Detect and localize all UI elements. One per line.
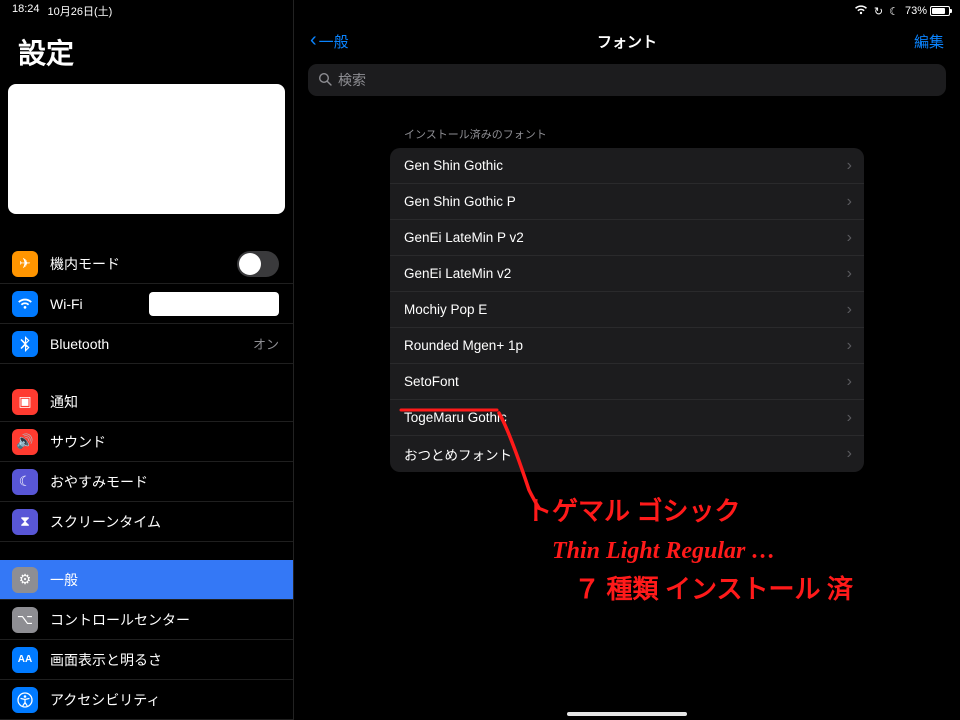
font-row[interactable]: Mochiy Pop E› xyxy=(390,292,864,328)
font-row[interactable]: GenEi LateMin P v2› xyxy=(390,220,864,256)
chevron-left-icon: ‹ xyxy=(310,30,317,50)
font-row[interactable]: GenEi LateMin v2› xyxy=(390,256,864,292)
chevron-right-icon: › xyxy=(847,445,852,463)
moon-icon: ☾ xyxy=(889,5,899,18)
hourglass-icon: ⧗ xyxy=(12,509,38,535)
status-date: 10月26日(土) xyxy=(48,3,113,19)
sidebar-item-accessibility[interactable]: アクセシビリティ xyxy=(0,680,293,720)
sidebar-item-dnd[interactable]: ☾ おやすみモード xyxy=(0,462,293,502)
svg-text:トゲマル ゴシック: トゲマル ゴシック xyxy=(526,496,741,526)
search-icon xyxy=(318,72,332,89)
sound-icon: 🔊 xyxy=(12,429,38,455)
home-indicator xyxy=(567,712,687,716)
detail-pane: ‹ 一般 フォント 編集 インストール済みのフォント Gen Shin Goth… xyxy=(294,0,960,720)
chevron-right-icon: › xyxy=(847,373,852,391)
airplane-toggle[interactable] xyxy=(237,251,279,277)
chevron-right-icon: › xyxy=(847,229,852,247)
wifi-value xyxy=(149,292,279,316)
moon-settings-icon: ☾ xyxy=(12,469,38,495)
chevron-right-icon: › xyxy=(847,337,852,355)
sidebar-item-general[interactable]: ⚙ 一般 xyxy=(0,560,293,600)
font-row[interactable]: Rounded Mgen+ 1p› xyxy=(390,328,864,364)
svg-text:７ 種類 インストール 済: ７ 種類 インストール 済 xyxy=(574,574,854,604)
svg-text:Thin Light Regular …: Thin Light Regular … xyxy=(552,538,775,564)
status-time: 18:24 xyxy=(12,3,40,19)
sidebar-item-display[interactable]: AA 画面表示と明るさ xyxy=(0,640,293,680)
battery-indicator: 73% xyxy=(905,5,950,17)
font-row[interactable]: おつとめフォント› xyxy=(390,436,864,472)
font-list: Gen Shin Gothic› Gen Shin Gothic P› GenE… xyxy=(390,148,864,472)
accessibility-icon xyxy=(12,687,38,713)
search-field[interactable] xyxy=(308,64,946,96)
font-row[interactable]: Gen Shin Gothic P› xyxy=(390,184,864,220)
sidebar-item-control-center[interactable]: ⌥ コントロールセンター xyxy=(0,600,293,640)
bluetooth-icon xyxy=(12,331,38,357)
status-bar: 18:24 10月26日(土) ↻ ☾ 73% xyxy=(0,0,960,20)
sidebar-item-bluetooth[interactable]: Bluetooth オン xyxy=(0,324,293,364)
orientation-lock-icon: ↻ xyxy=(874,5,883,18)
chevron-right-icon: › xyxy=(847,265,852,283)
sidebar-item-airplane[interactable]: ✈ 機内モード xyxy=(0,244,293,284)
chevron-right-icon: › xyxy=(847,157,852,175)
edit-button[interactable]: 編集 xyxy=(914,31,944,52)
nav-bar: ‹ 一般 フォント 編集 xyxy=(294,22,960,60)
wifi-settings-icon xyxy=(12,291,38,317)
font-row[interactable]: Gen Shin Gothic› xyxy=(390,148,864,184)
section-header: インストール済みのフォント xyxy=(294,96,960,148)
wifi-icon xyxy=(854,5,868,18)
sidebar-preview xyxy=(8,84,285,214)
sidebar-item-sound[interactable]: 🔊 サウンド xyxy=(0,422,293,462)
notifications-icon: ▣ xyxy=(12,389,38,415)
display-icon: AA xyxy=(12,647,38,673)
gear-icon: ⚙ xyxy=(12,567,38,593)
sidebar-item-notifications[interactable]: ▣ 通知 xyxy=(0,382,293,422)
chevron-right-icon: › xyxy=(847,193,852,211)
back-button[interactable]: ‹ 一般 xyxy=(310,31,349,52)
sliders-icon: ⌥ xyxy=(12,607,38,633)
chevron-right-icon: › xyxy=(847,409,852,427)
font-row[interactable]: SetoFont› xyxy=(390,364,864,400)
sidebar: 設定 ✈ 機内モード Wi-Fi Bluetooth オン xyxy=(0,0,294,720)
chevron-right-icon: › xyxy=(847,301,852,319)
status-right: ↻ ☾ 73% xyxy=(854,5,950,18)
sidebar-item-screentime[interactable]: ⧗ スクリーンタイム xyxy=(0,502,293,542)
bluetooth-value: オン xyxy=(253,334,279,353)
sidebar-title: 設定 xyxy=(0,22,293,84)
airplane-icon: ✈ xyxy=(12,251,38,277)
sidebar-item-wifi[interactable]: Wi-Fi xyxy=(0,284,293,324)
font-row[interactable]: TogeMaru Gothic› xyxy=(390,400,864,436)
page-title: フォント xyxy=(294,31,960,52)
search-input[interactable] xyxy=(338,72,936,88)
